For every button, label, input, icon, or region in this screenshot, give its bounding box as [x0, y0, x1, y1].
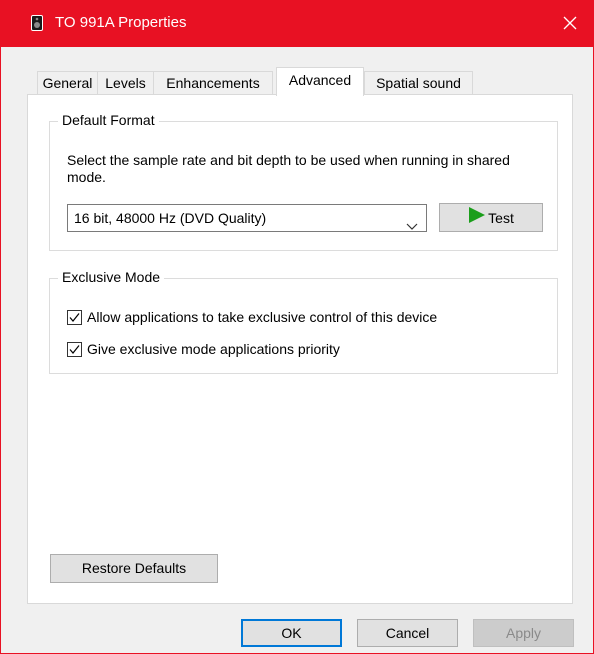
- tab-spatial-sound[interactable]: Spatial sound: [364, 71, 473, 94]
- test-button[interactable]: Test: [439, 203, 543, 232]
- exclusive-priority-checkbox[interactable]: [67, 341, 82, 357]
- play-icon: [468, 205, 486, 232]
- exclusive-mode-group: Exclusive Mode Allow applications to tak…: [49, 269, 558, 374]
- title-bar[interactable]: TO 991A Properties: [1, 1, 593, 47]
- tab-strip: General Levels Enhancements Advanced Spa…: [27, 67, 573, 96]
- apply-button[interactable]: Apply: [473, 619, 574, 647]
- allow-exclusive-control-option[interactable]: Allow applications to take exclusive con…: [67, 308, 437, 326]
- test-button-label: Test: [488, 209, 514, 226]
- ok-button[interactable]: OK: [241, 619, 342, 647]
- sample-format-dropdown[interactable]: 16 bit, 48000 Hz (DVD Quality): [67, 204, 427, 232]
- tab-label: Advanced: [288, 72, 352, 88]
- default-format-group: Default Format Select the sample rate an…: [49, 112, 558, 251]
- restore-defaults-label: Restore Defaults: [81, 560, 187, 576]
- speaker-device-icon: [31, 15, 43, 31]
- window-title: TO 991A Properties: [55, 14, 187, 31]
- exclusive-mode-legend: Exclusive Mode: [58, 269, 165, 285]
- tab-general[interactable]: General: [37, 71, 98, 94]
- cancel-label: Cancel: [385, 625, 430, 641]
- default-format-description: Select the sample rate and bit depth to …: [67, 152, 510, 185]
- allow-exclusive-control-label: Allow applications to take exclusive con…: [87, 309, 438, 325]
- allow-exclusive-control-checkbox[interactable]: [67, 309, 82, 325]
- chevron-down-icon: [406, 213, 418, 230]
- restore-defaults-button[interactable]: Restore Defaults: [50, 554, 218, 583]
- tab-enhancements[interactable]: Enhancements: [153, 71, 273, 94]
- tab-advanced[interactable]: Advanced: [276, 67, 364, 96]
- tab-label: General: [42, 75, 93, 91]
- tab-levels[interactable]: Levels: [97, 71, 154, 94]
- cancel-button[interactable]: Cancel: [357, 619, 458, 647]
- advanced-tab-panel: Default Format Select the sample rate an…: [27, 94, 573, 604]
- tab-label: Enhancements: [166, 75, 260, 91]
- apply-label: Apply: [505, 625, 542, 641]
- close-icon: [563, 16, 577, 33]
- close-button[interactable]: [547, 1, 593, 47]
- sample-format-value: 16 bit, 48000 Hz (DVD Quality): [74, 210, 267, 226]
- exclusive-priority-label: Give exclusive mode applications priorit…: [87, 341, 340, 357]
- default-format-legend: Default Format: [58, 112, 159, 128]
- tab-label: Levels: [105, 75, 146, 91]
- ok-label: OK: [281, 625, 302, 641]
- tab-label: Spatial sound: [376, 75, 461, 91]
- exclusive-priority-option[interactable]: Give exclusive mode applications priorit…: [67, 340, 340, 358]
- properties-dialog: TO 991A Properties General Levels Enhanc…: [0, 0, 594, 654]
